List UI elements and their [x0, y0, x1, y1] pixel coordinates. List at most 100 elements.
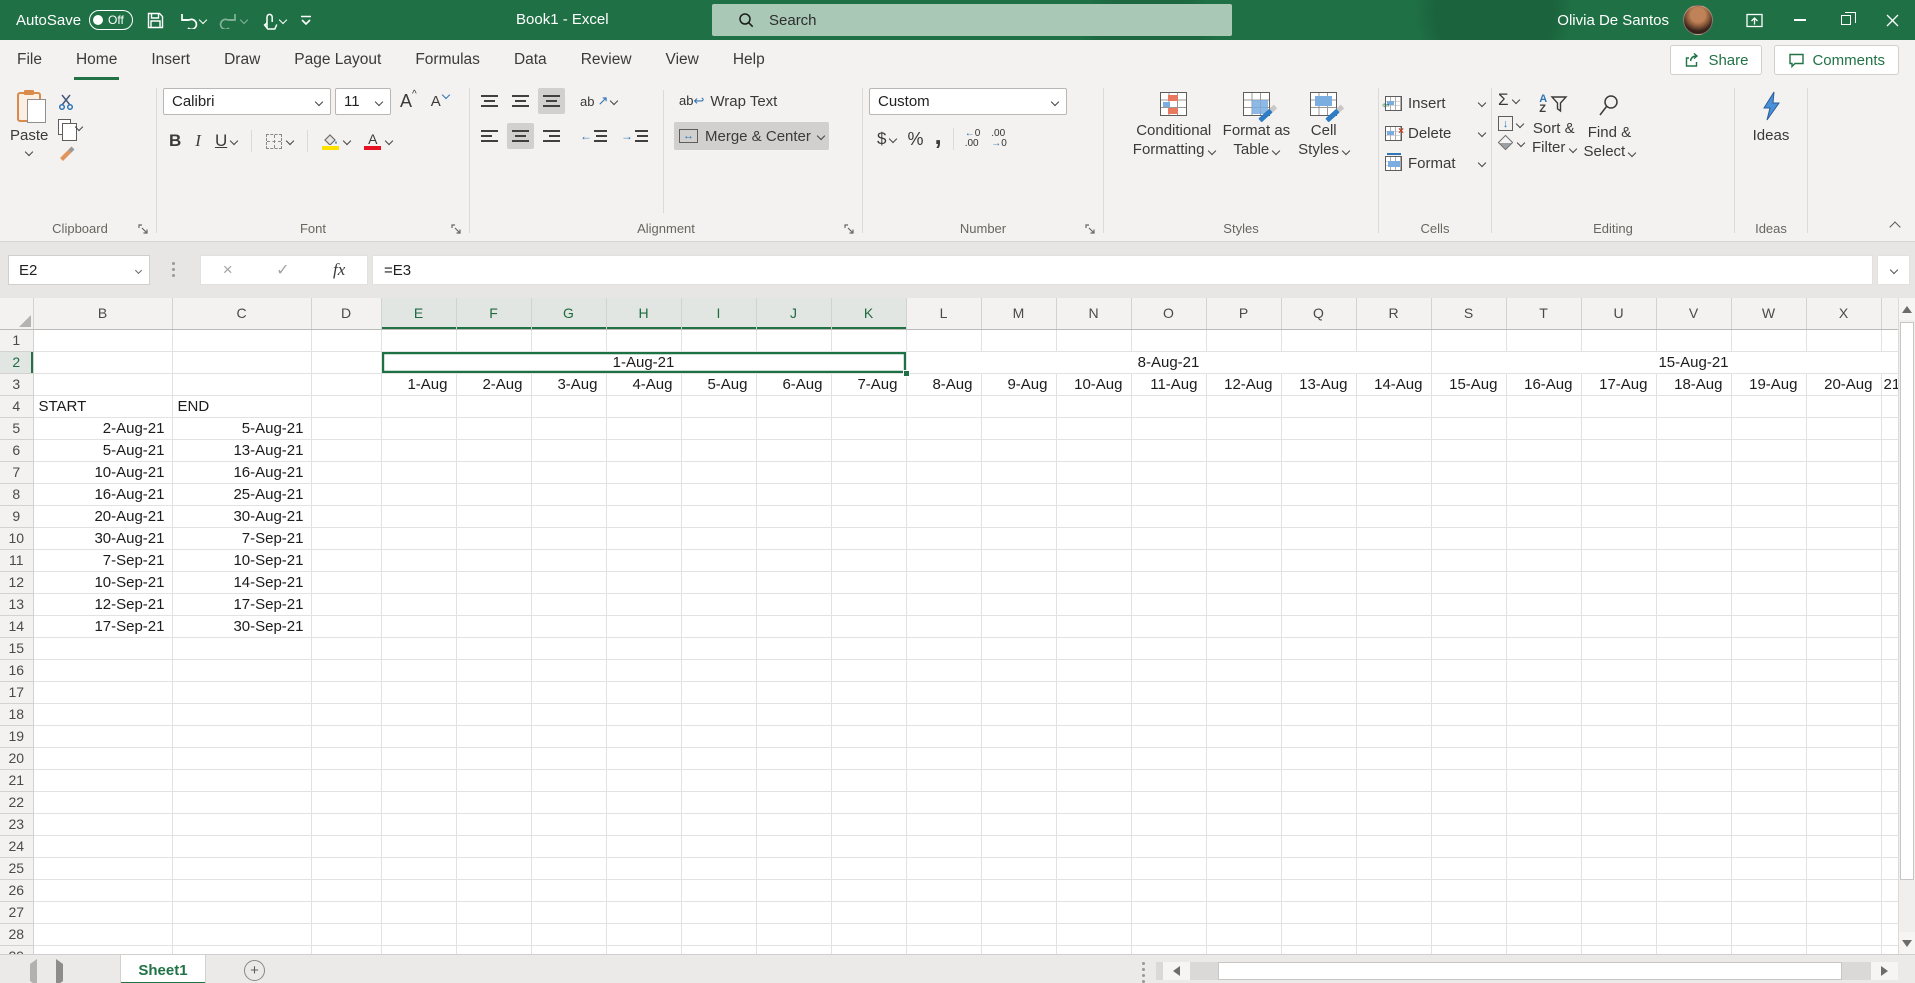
- column-header-N[interactable]: N: [1056, 298, 1131, 329]
- cell[interactable]: [906, 769, 981, 791]
- day-cell[interactable]: 9-Aug: [981, 373, 1056, 395]
- cell[interactable]: [606, 417, 681, 439]
- cell[interactable]: [906, 571, 981, 593]
- cell[interactable]: [1206, 615, 1281, 637]
- cell[interactable]: [1431, 747, 1506, 769]
- cell[interactable]: [172, 659, 311, 681]
- cell[interactable]: [681, 483, 756, 505]
- cell[interactable]: [1131, 659, 1206, 681]
- cell[interactable]: [381, 527, 456, 549]
- cell[interactable]: [1056, 659, 1131, 681]
- cell[interactable]: [1581, 923, 1656, 945]
- paste-dropdown-icon[interactable]: [25, 148, 33, 156]
- cell[interactable]: [1431, 593, 1506, 615]
- format-as-table-button[interactable]: Format asTable: [1223, 88, 1291, 215]
- cell[interactable]: [1056, 439, 1131, 461]
- cell[interactable]: [681, 417, 756, 439]
- cell[interactable]: [981, 439, 1056, 461]
- undo-button[interactable]: [178, 11, 206, 29]
- cell[interactable]: [1131, 879, 1206, 901]
- start-header-cell[interactable]: START: [33, 395, 172, 417]
- cell[interactable]: [531, 417, 606, 439]
- cell[interactable]: [1206, 417, 1281, 439]
- cell[interactable]: [831, 901, 906, 923]
- cell[interactable]: [756, 945, 831, 954]
- cell[interactable]: [1281, 901, 1356, 923]
- cell[interactable]: [1056, 681, 1131, 703]
- search-input[interactable]: [769, 12, 1149, 29]
- cell[interactable]: [831, 593, 906, 615]
- day-cell[interactable]: 2-Aug: [456, 373, 531, 395]
- cell[interactable]: [906, 945, 981, 954]
- cell[interactable]: [456, 945, 531, 954]
- cell[interactable]: [1656, 769, 1731, 791]
- cell[interactable]: [1806, 769, 1881, 791]
- conditional-formatting-dropdown-icon[interactable]: [1207, 147, 1215, 155]
- scroll-right-button[interactable]: [1871, 962, 1898, 980]
- column-header-T[interactable]: T: [1506, 298, 1581, 329]
- cell[interactable]: [756, 615, 831, 637]
- cell[interactable]: [606, 681, 681, 703]
- cell[interactable]: [172, 923, 311, 945]
- cell[interactable]: [1656, 329, 1731, 351]
- column-header-B[interactable]: B: [33, 298, 172, 329]
- cell[interactable]: [1806, 923, 1881, 945]
- cell[interactable]: [33, 725, 172, 747]
- cell[interactable]: [756, 659, 831, 681]
- cell[interactable]: [1356, 593, 1431, 615]
- cell[interactable]: [172, 747, 311, 769]
- cell[interactable]: [981, 571, 1056, 593]
- cell[interactable]: [311, 945, 381, 954]
- bold-button[interactable]: B: [169, 131, 181, 151]
- delete-dropdown-icon[interactable]: [1478, 129, 1486, 137]
- cell[interactable]: [1581, 461, 1656, 483]
- cell[interactable]: [1056, 329, 1131, 351]
- cell[interactable]: [1131, 417, 1206, 439]
- cell[interactable]: [1731, 901, 1806, 923]
- column-header-V[interactable]: V: [1656, 298, 1731, 329]
- row-header-29[interactable]: 29: [0, 945, 33, 954]
- column-header-S[interactable]: S: [1431, 298, 1506, 329]
- cell[interactable]: [456, 395, 531, 417]
- cell[interactable]: [831, 483, 906, 505]
- cell[interactable]: [1131, 681, 1206, 703]
- cell[interactable]: [311, 725, 381, 747]
- cell[interactable]: [681, 527, 756, 549]
- cell[interactable]: [756, 725, 831, 747]
- cell[interactable]: [831, 769, 906, 791]
- cell[interactable]: [1656, 747, 1731, 769]
- cell[interactable]: [756, 593, 831, 615]
- cell[interactable]: [1731, 681, 1806, 703]
- cell[interactable]: [606, 483, 681, 505]
- row-header-16[interactable]: 16: [0, 659, 33, 681]
- cell[interactable]: [1131, 483, 1206, 505]
- italic-button[interactable]: I: [195, 131, 201, 151]
- borders-button[interactable]: [266, 134, 293, 149]
- cell[interactable]: [1206, 571, 1281, 593]
- cell[interactable]: [906, 637, 981, 659]
- cell[interactable]: [1356, 571, 1431, 593]
- cell[interactable]: [381, 945, 456, 954]
- cell[interactable]: [1206, 769, 1281, 791]
- cell[interactable]: [906, 549, 981, 571]
- cell[interactable]: [1431, 527, 1506, 549]
- cell[interactable]: [981, 329, 1056, 351]
- cell[interactable]: [981, 505, 1056, 527]
- cell[interactable]: [681, 659, 756, 681]
- cell[interactable]: [1581, 725, 1656, 747]
- cell[interactable]: [311, 593, 381, 615]
- cell[interactable]: [1056, 703, 1131, 725]
- horizontal-scroll-thumb[interactable]: [1218, 962, 1842, 980]
- day-cell[interactable]: 20-Aug: [1806, 373, 1881, 395]
- cell[interactable]: [1506, 659, 1581, 681]
- cell[interactable]: [1356, 879, 1431, 901]
- row-header-20[interactable]: 20: [0, 747, 33, 769]
- start-date-cell[interactable]: 2-Aug-21: [33, 417, 172, 439]
- cell[interactable]: [756, 483, 831, 505]
- cell[interactable]: [681, 505, 756, 527]
- cell[interactable]: [381, 593, 456, 615]
- cell[interactable]: [831, 395, 906, 417]
- cell[interactable]: [1281, 879, 1356, 901]
- cell[interactable]: [531, 637, 606, 659]
- cell[interactable]: [831, 703, 906, 725]
